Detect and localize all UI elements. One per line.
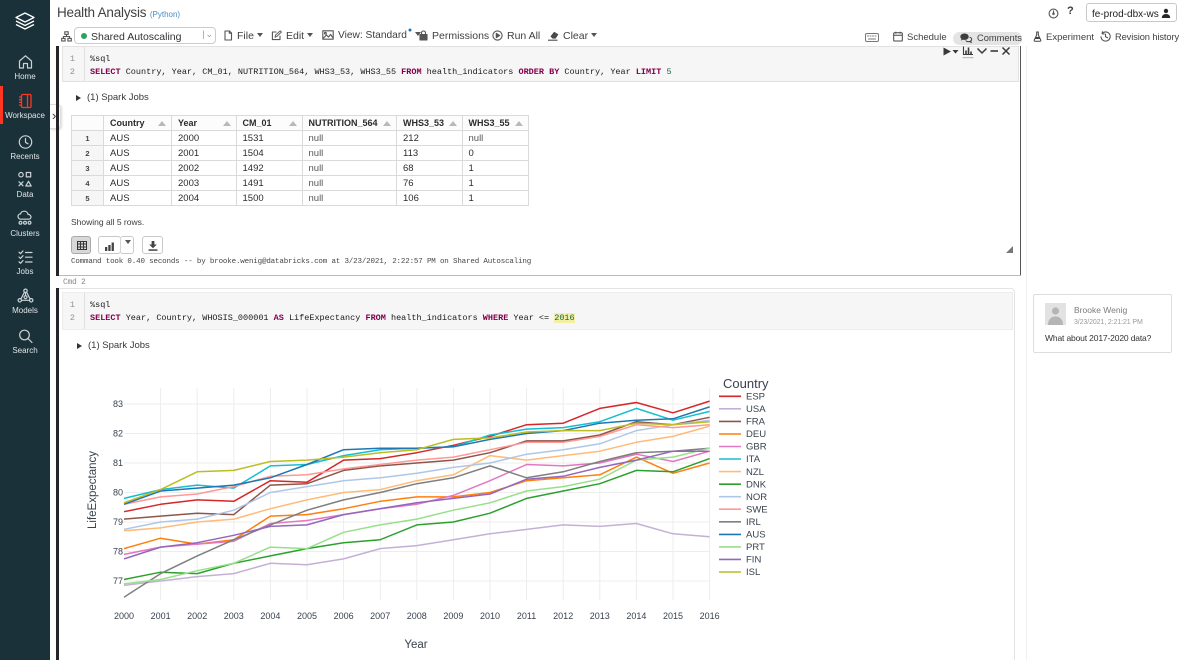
svg-text:2010: 2010 — [480, 611, 500, 621]
svg-text:2002: 2002 — [187, 611, 207, 621]
svg-text:83: 83 — [113, 399, 123, 409]
svg-text:USA: USA — [746, 404, 766, 415]
svg-text:NOR: NOR — [746, 492, 767, 503]
svg-text:2012: 2012 — [553, 611, 573, 621]
svg-text:LifeExpectancy: LifeExpectancy — [87, 451, 99, 529]
svg-text:2011: 2011 — [517, 611, 536, 621]
svg-text:Year: Year — [404, 639, 427, 651]
svg-text:2005: 2005 — [297, 611, 317, 621]
svg-text:SWE: SWE — [746, 504, 768, 515]
svg-text:2007: 2007 — [370, 611, 390, 621]
svg-text:2008: 2008 — [407, 611, 427, 621]
svg-text:80: 80 — [113, 488, 123, 498]
svg-text:79: 79 — [113, 517, 123, 527]
svg-text:2014: 2014 — [626, 611, 646, 621]
svg-text:ESP: ESP — [746, 392, 765, 403]
svg-text:2001: 2001 — [151, 611, 171, 621]
svg-text:FRA: FRA — [746, 417, 766, 428]
svg-text:ITA: ITA — [746, 454, 761, 465]
svg-text:AUS: AUS — [746, 530, 766, 541]
svg-text:78: 78 — [113, 547, 123, 557]
svg-text:2013: 2013 — [590, 611, 610, 621]
svg-text:GBR: GBR — [746, 442, 767, 453]
svg-text:ISL: ISL — [746, 567, 760, 578]
svg-text:77: 77 — [113, 576, 123, 586]
svg-text:NZL: NZL — [746, 467, 764, 478]
svg-text:PRT: PRT — [746, 542, 765, 553]
svg-text:DEU: DEU — [746, 429, 766, 440]
svg-text:2006: 2006 — [334, 611, 354, 621]
svg-text:2016: 2016 — [700, 611, 720, 621]
svg-text:2004: 2004 — [260, 611, 280, 621]
svg-text:Country: Country — [723, 376, 769, 391]
svg-text:2003: 2003 — [224, 611, 244, 621]
svg-text:IRL: IRL — [746, 517, 761, 528]
svg-text:FIN: FIN — [746, 555, 761, 566]
svg-text:81: 81 — [113, 458, 123, 468]
svg-text:2000: 2000 — [114, 611, 134, 621]
svg-text:DNK: DNK — [746, 479, 767, 490]
svg-text:2009: 2009 — [443, 611, 463, 621]
svg-text:2015: 2015 — [663, 611, 683, 621]
svg-text:82: 82 — [113, 429, 123, 439]
